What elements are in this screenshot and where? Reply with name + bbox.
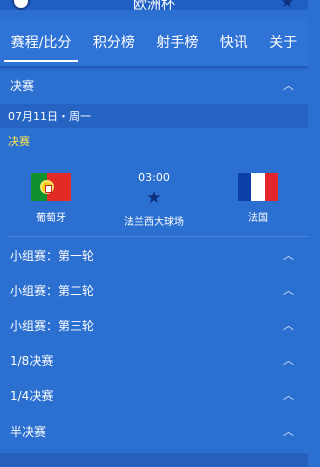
app-title-bar: 欧洲杯 ★ — [0, 0, 308, 10]
section-semi-final[interactable]: 半决赛 ︿ — [0, 414, 308, 448]
section-final[interactable]: 决赛 ︿ — [0, 68, 308, 102]
section-final-label: 决赛 — [10, 78, 35, 93]
stage-label: 决赛 — [8, 135, 30, 148]
match-date: 07月11日・周一 — [0, 104, 308, 128]
chevron-up-icon: ︿ — [283, 79, 294, 92]
section-group-round-2[interactable]: 小组赛：第二轮 ︿ — [0, 273, 308, 307]
match-date-label: 07月11日・周一 — [8, 110, 91, 123]
tab-scorers[interactable]: 射手榜 — [146, 18, 209, 68]
star-icon[interactable]: ★ — [281, 0, 294, 10]
tab-news[interactable]: 快讯 — [209, 18, 258, 68]
divider — [8, 236, 308, 237]
away-team: 法国 — [228, 173, 288, 224]
bottom-bar — [0, 453, 308, 467]
section-group-round-3[interactable]: 小组赛：第三轮 ︿ — [0, 308, 308, 342]
section-label: 小组赛：第三轮 — [10, 318, 95, 333]
section-group-round-1[interactable]: 小组赛：第一轮 ︿ — [0, 238, 308, 272]
tab-standings[interactable]: 积分榜 — [82, 18, 145, 68]
section-label: 半决赛 — [10, 424, 47, 439]
chevron-up-icon: ︿ — [283, 249, 294, 262]
section-label: 小组赛：第二轮 — [10, 283, 95, 298]
away-team-name: 法国 — [248, 213, 268, 224]
match-card[interactable]: 葡萄牙 03:00 ★ 法兰西大球场 法国 — [0, 155, 308, 235]
section-round-of-16[interactable]: 1/8决赛 ︿ — [0, 343, 308, 377]
chevron-up-icon: ︿ — [283, 354, 294, 367]
tab-schedule[interactable]: 赛程/比分 — [0, 18, 82, 68]
section-quarter-final[interactable]: 1/4决赛 ︿ — [0, 378, 308, 412]
france-flag-icon — [238, 173, 278, 201]
section-label: 1/4决赛 — [10, 388, 54, 403]
tab-about[interactable]: 关于 — [259, 18, 308, 68]
chevron-up-icon: ︿ — [283, 319, 294, 332]
section-label: 小组赛：第一轮 — [10, 248, 95, 263]
app-title: 欧洲杯 — [133, 0, 175, 10]
section-label: 1/8决赛 — [10, 353, 54, 368]
chevron-up-icon: ︿ — [283, 425, 294, 438]
chevron-up-icon: ︿ — [283, 389, 294, 402]
tab-bar: 赛程/比分 积分榜 射手榜 快讯 关于 — [0, 18, 308, 68]
chevron-up-icon: ︿ — [283, 284, 294, 297]
